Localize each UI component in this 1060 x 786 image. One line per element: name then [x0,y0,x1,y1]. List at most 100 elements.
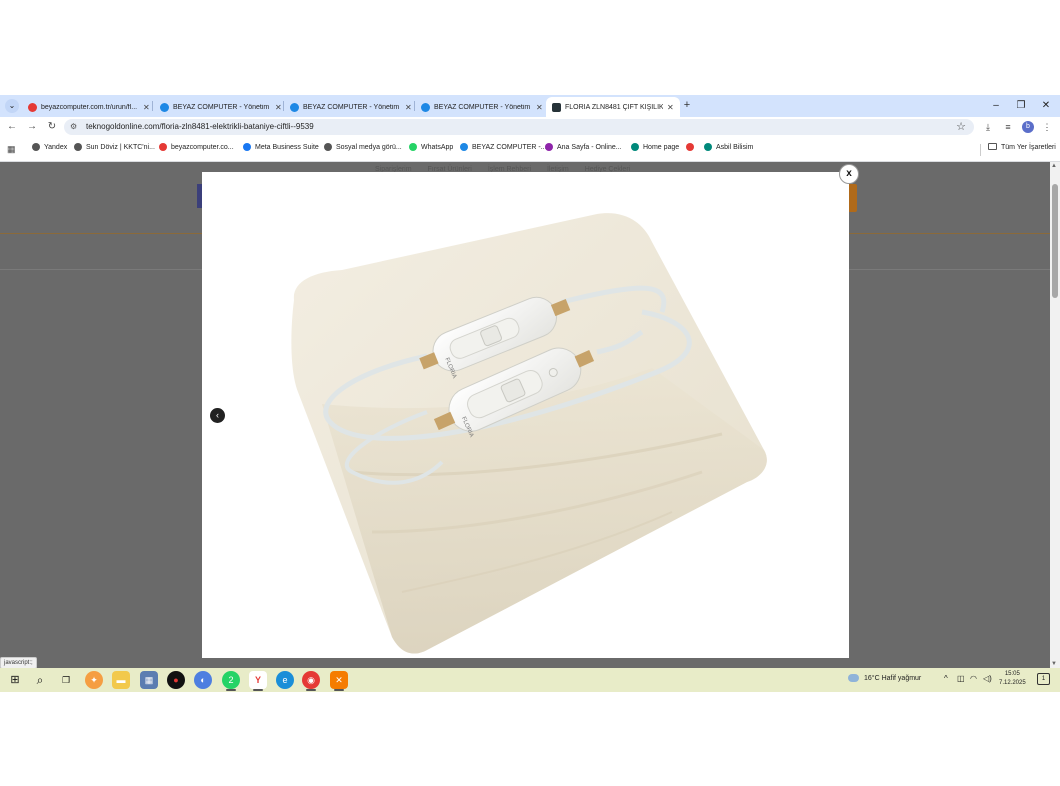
tab-favicon-icon [290,102,299,112]
tab-title: beyazcomputer.com.tr/urun/fl... [41,103,138,111]
file-explorer-icon[interactable]: ▬ [112,671,130,689]
tab-search-icon[interactable]: ⌄ [5,99,19,113]
reload-button[interactable]: ↻ [45,120,59,134]
screen: ⌄ beyazcomputer.com.tr/urun/fl... ✕ BEYA… [0,95,1060,692]
tab-favicon-icon [421,102,430,112]
bookmark-sun-doviz[interactable]: Sun Döviz | KKTC'ni... [74,143,155,151]
site-search-button [848,184,857,212]
new-tab-button[interactable]: + [680,98,694,112]
task-view-icon[interactable]: ❐ [57,671,75,689]
tray-chevron-icon[interactable]: ^ [944,674,948,683]
bookmark-label: Sosyal medya görü... [336,143,402,151]
bookmarks-bar: ▦ Yandex Sun Döviz | KKTC'ni... beyazcom… [0,137,1060,162]
tab-favicon-icon [552,102,561,112]
meta-icon [243,143,251,151]
page-viewport: Siparişlerim Fırsat Ürünleri İşlem Rehbe… [0,162,1050,668]
edge-icon[interactable]: e [276,671,294,689]
tab-close-icon[interactable]: ✕ [536,103,543,112]
active-app-indicator [334,689,344,691]
whatsapp-taskbar-icon[interactable]: 2 [222,671,240,689]
globe-icon [324,143,332,151]
tab-divider [152,101,153,111]
anydesk-icon[interactable]: ✕ [330,671,348,689]
tab-close-icon[interactable]: ✕ [667,103,674,112]
windows-start-icon[interactable]: ⊞ [6,671,24,689]
minimize-button[interactable]: – [988,98,1004,114]
meet-now-icon[interactable]: ◫ [957,674,965,683]
edge-beta-icon[interactable]: ◐ [194,671,212,689]
bookmark-label: Asbil Bilisim [716,143,754,151]
page-scrollbar[interactable]: ▲ ▼ [1050,162,1060,668]
bookmark-asbil-bilisim[interactable]: Asbil Bilisim [704,143,753,151]
restore-button[interactable]: ❐ [1013,98,1029,114]
reading-list-icon[interactable]: ≡ [1001,120,1015,134]
scroll-up-arrow-icon[interactable]: ▲ [1051,163,1057,169]
tab-3[interactable]: BEYAZ COMPUTER - Yönetim P... ✕ [284,97,418,117]
tab-title: BEYAZ COMPUTER - Yönetim P... [434,103,532,111]
apps-grid-icon[interactable]: ▦ [7,144,16,155]
image-lightbox: FLORIA FLORIA [202,172,849,658]
tab-favicon-icon [28,102,37,112]
scroll-thumb[interactable] [1052,184,1058,298]
bookmark-yandex[interactable]: Yandex [32,143,67,151]
site-favicon-icon [545,143,553,151]
all-bookmarks-label: Tüm Yer İşaretleri [1001,144,1056,151]
opera-icon[interactable]: ● [167,671,185,689]
tab-close-icon[interactable]: ✕ [405,103,412,112]
close-window-button[interactable]: ✕ [1038,98,1054,114]
browser-toolbar: ← → ↻ ⚙ teknogoldonline.com/floria-zln84… [0,117,1060,137]
bookmark-beyazcomputer[interactable]: beyazcomputer.co... [159,143,234,151]
bookmark-label: WhatsApp [421,143,454,151]
globe-icon [32,143,40,151]
bookmarks-divider [980,144,981,156]
download-icon[interactable]: ⤓ [981,120,995,134]
whatsapp-icon [409,143,417,151]
menu-icon[interactable]: ⋮ [1040,120,1054,134]
calculator-icon[interactable]: ▦ [140,671,158,689]
tab-close-icon[interactable]: ✕ [275,103,282,112]
tab-2[interactable]: BEYAZ COMPUTER - Yönetim P... ✕ [154,97,288,117]
bookmark-star-icon[interactable]: ☆ [956,120,966,133]
profile-avatar[interactable]: b [1022,121,1034,133]
tab-close-icon[interactable]: ✕ [143,103,150,112]
active-app-indicator [226,689,236,691]
site-favicon-icon [460,143,468,151]
wifi-icon[interactable]: ◠ [970,674,977,683]
bookmark-whatsapp[interactable]: WhatsApp [409,143,453,151]
site-favicon-icon [686,143,694,151]
bookmark-label: Sun Döviz | KKTC'ni... [86,143,155,151]
bookmark-sosyal-medya[interactable]: Sosyal medya görü... [324,143,402,151]
lightbox-prev-button[interactable]: ‹ [210,408,225,423]
bookmark-beyaz-icon-only[interactable] [686,143,698,151]
bookmark-beyaz-computer[interactable]: BEYAZ COMPUTER -... [460,143,547,151]
system-clock[interactable]: 15:05 7.12.2025 [999,670,1026,688]
weather-widget[interactable]: 16°C Hafif yağmur [848,674,921,682]
volume-icon[interactable]: ◁) [983,674,992,683]
active-app-indicator [253,689,263,691]
bookmark-ana-sayfa[interactable]: Ana Sayfa - Online... [545,143,622,151]
copilot-icon[interactable]: ✦ [85,671,103,689]
rain-cloud-icon [848,674,859,682]
tab-5-active[interactable]: FLORIA ZLN8481 ÇİFT KİŞİLİK E... ✕ [546,97,680,117]
bookmark-label: Yandex [44,143,68,151]
tab-title: FLORIA ZLN8481 ÇİFT KİŞİLİK E... [565,103,663,111]
forward-button[interactable]: → [25,120,39,134]
bookmark-label: Meta Business Suite [255,143,319,151]
bookmark-home-page[interactable]: Home page [631,143,679,151]
all-bookmarks-button[interactable]: Tüm Yer İşaretleri [988,143,1056,151]
scroll-down-arrow-icon[interactable]: ▼ [1051,661,1057,667]
tab-1[interactable]: beyazcomputer.com.tr/urun/fl... ✕ [22,97,156,117]
search-icon[interactable]: ⌕ [31,671,49,689]
active-app-indicator [306,689,316,691]
chrome-icon[interactable]: ◉ [302,671,320,689]
globe-icon [631,143,639,151]
yandex-browser-icon[interactable]: Y [249,671,267,689]
back-button[interactable]: ← [5,120,19,134]
bookmark-label: Home page [643,143,680,151]
site-info-icon[interactable]: ⚙ [70,122,77,131]
notification-center-icon[interactable]: 1 [1037,673,1050,685]
bookmark-meta-business[interactable]: Meta Business Suite [243,143,319,151]
tab-4[interactable]: BEYAZ COMPUTER - Yönetim P... ✕ [415,97,549,117]
address-bar[interactable]: ⚙ teknogoldonline.com/floria-zln8481-ele… [64,119,974,135]
lightbox-close-button[interactable]: x [839,164,859,184]
